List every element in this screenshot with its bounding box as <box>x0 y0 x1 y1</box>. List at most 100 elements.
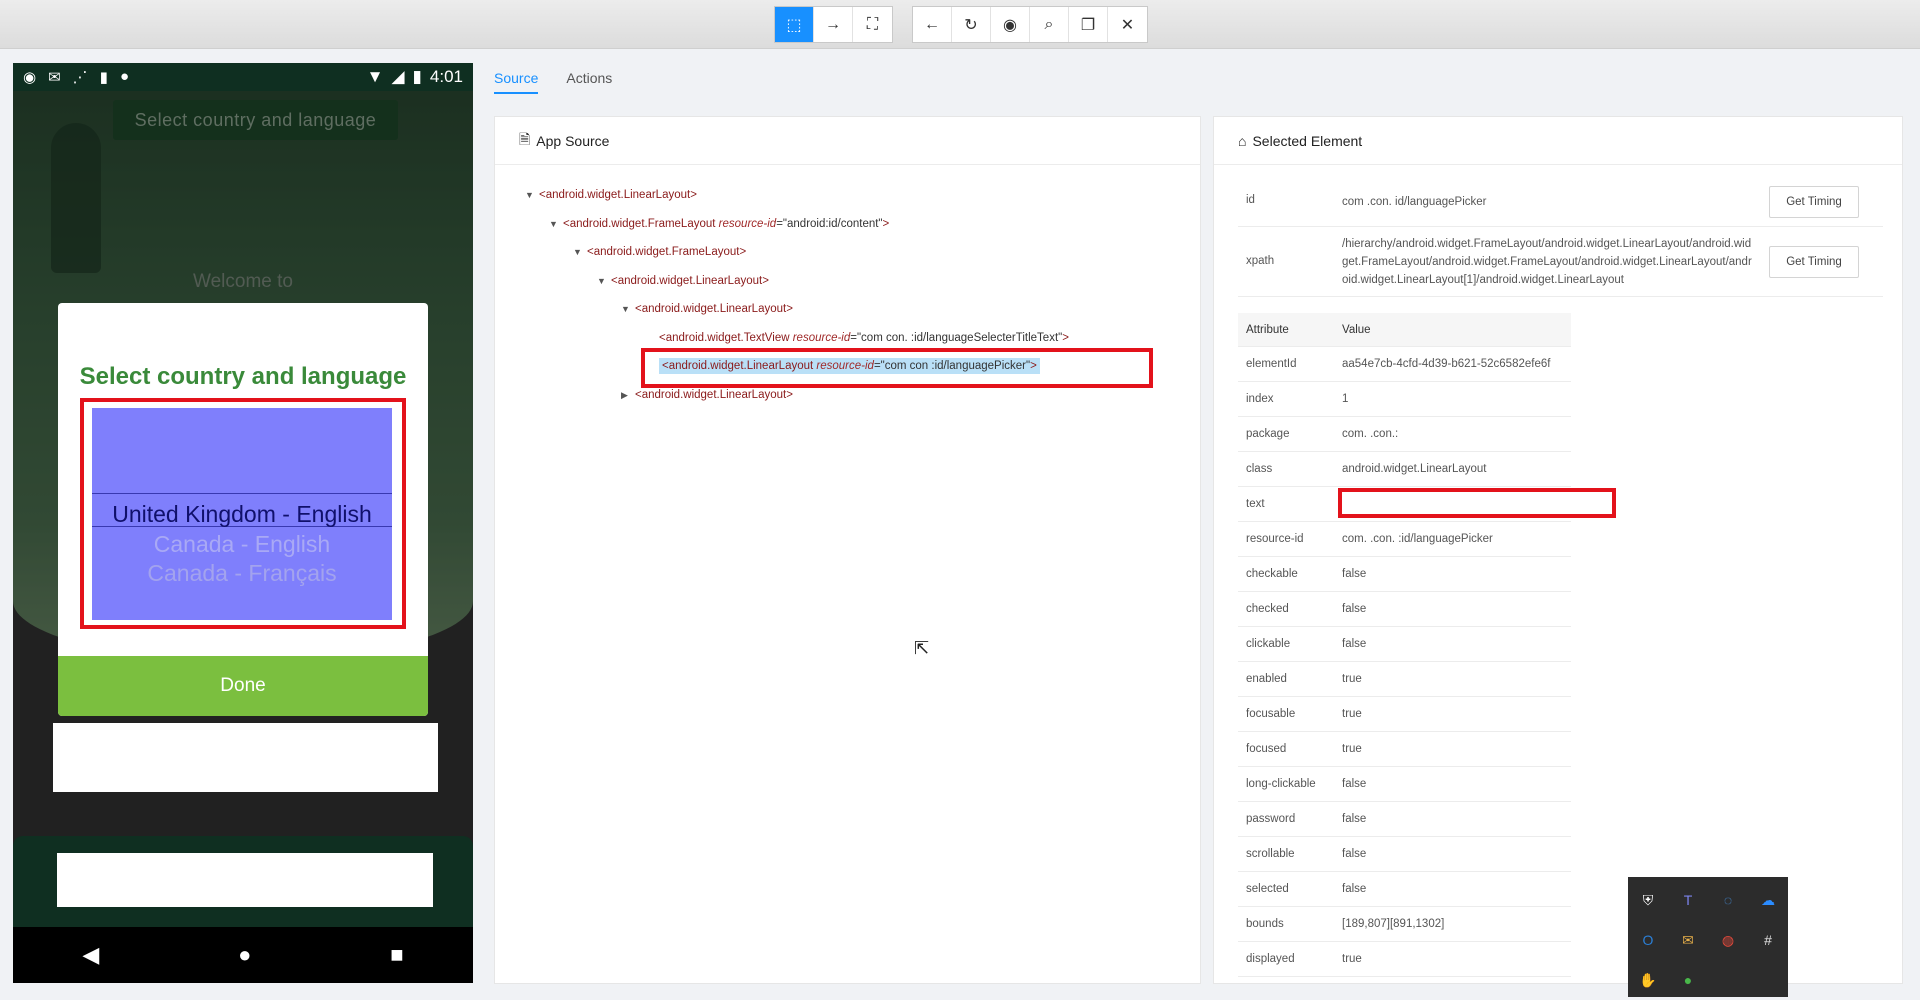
attribute-row: resource-id com. .con. :id/languagePicker <box>1238 522 1571 557</box>
picker-item-selected[interactable]: United Kingdom - English <box>92 501 392 528</box>
caret-down-icon[interactable]: ▼ <box>525 190 539 200</box>
done-button[interactable]: Done <box>58 656 428 716</box>
recents-nav-icon[interactable]: ■ <box>390 942 403 968</box>
attribute-value: com. .con.: <box>1342 428 1399 440</box>
attribute-value: false <box>1342 813 1367 825</box>
mail-icon[interactable]: ✉ <box>1668 920 1708 960</box>
tree-node-label: <android.widget.LinearLayout> <box>635 303 793 315</box>
attribute-name: enabled <box>1246 673 1287 685</box>
clock: 4:01 <box>429 67 463 86</box>
selected-node-outline <box>641 348 1153 388</box>
get-timing-xpath-button[interactable]: Get Timing <box>1769 246 1859 278</box>
signal-icon: ◢ <box>391 67 405 86</box>
node-tag: <android.widget.LinearLayout> <box>635 303 793 315</box>
value-header: Value <box>1342 323 1371 336</box>
node-close: > <box>882 217 890 230</box>
back-icon[interactable]: ← <box>913 7 952 42</box>
outlook-icon[interactable]: O <box>1628 920 1668 960</box>
xpath-label: xpath <box>1246 255 1275 267</box>
attribute-value: aa54e7cb-4cfd-4d39-b621-52c6582efe6f <box>1342 358 1551 370</box>
tree-node-label: <android.widget.LinearLayout> <box>539 189 697 201</box>
get-timing-id-button[interactable]: Get Timing <box>1769 186 1859 218</box>
copy-icon[interactable]: ❐ <box>1069 7 1108 42</box>
system-tray-overflow: ⛨ T ◌ ☁ O ✉ ◍ # ✋ ● <box>1628 877 1788 997</box>
node-close: > <box>1062 331 1069 344</box>
vpn-icon[interactable]: ● <box>1668 960 1708 1000</box>
attribute-table-header: Attribute Value <box>1238 313 1571 347</box>
tree-node[interactable]: ▼ <android.widget.LinearLayout> <box>621 303 793 315</box>
chrome-icon[interactable]: ◍ <box>1708 920 1748 960</box>
toolbar-mode-group: ⬚ → ⛶ <box>774 6 893 43</box>
caret-down-icon[interactable]: ▼ <box>573 247 587 257</box>
selected-element-title: Selected Element <box>1252 132 1363 149</box>
attribute-name: index <box>1246 393 1274 405</box>
tree-node-label: <android.widget.TextView resource-id="co… <box>659 332 1069 344</box>
text-attr-highlight-outline <box>1338 488 1616 518</box>
attribute-row: clickable false <box>1238 627 1571 662</box>
tree-node-label: <android.widget.FrameLayout resource-id=… <box>563 218 889 230</box>
attribute-row: selected false <box>1238 872 1571 907</box>
shield-icon[interactable]: ⛨ <box>1628 880 1668 920</box>
id-row: id com .con. id/languagePicker Get Timin… <box>1238 177 1883 227</box>
id-value: com .con. id/languagePicker <box>1342 196 1487 208</box>
swipe-icon[interactable]: → <box>814 7 853 42</box>
status-bar: ◉ ✉ ⋰ ▮ ● ▼ ◢ ▮ 4:01 <box>13 63 473 91</box>
tree-node[interactable]: ▼ <android.widget.LinearLayout> <box>597 275 769 287</box>
attribute-name: scrollable <box>1246 848 1295 860</box>
attribute-name: package <box>1246 428 1290 440</box>
tree-node[interactable]: ▼ <android.widget.FrameLayout resource-id… <box>549 218 889 230</box>
node-attr-value: ="com con. :id/languageSelecterTitleText… <box>850 331 1063 344</box>
sync-icon[interactable]: ◌ <box>1708 880 1748 920</box>
picker-item[interactable]: Canada - English <box>92 531 392 558</box>
attribute-value: true <box>1342 743 1362 755</box>
caret-down-icon[interactable]: ▼ <box>549 219 563 229</box>
select-elements-icon[interactable]: ⬚ <box>775 7 814 42</box>
tree-node[interactable]: ▼ <android.widget.FrameLayout> <box>573 246 746 258</box>
caret-right-icon[interactable]: ▶ <box>621 390 635 401</box>
mouse-cursor-icon: ⇱ <box>914 638 930 658</box>
slack-icon[interactable]: # <box>1748 920 1788 960</box>
back-nav-icon[interactable]: ◀ <box>82 942 99 968</box>
search-icon[interactable]: ⌕ <box>1030 7 1069 42</box>
attribute-row: scrollable false <box>1238 837 1571 872</box>
close-icon[interactable]: ✕ <box>1108 7 1147 42</box>
nav-bar: ◀ ● ■ <box>13 927 473 983</box>
attribute-header: Attribute <box>1246 323 1289 336</box>
tap-coordinates-icon[interactable]: ⛶ <box>853 7 892 42</box>
eye-icon[interactable]: ◉ <box>991 7 1030 42</box>
refresh-icon[interactable]: ↻ <box>952 7 991 42</box>
attribute-row: elementId aa54e7cb-4cfd-4d39-b621-52c6582… <box>1238 347 1571 382</box>
inspector-tabs: Source Actions <box>494 70 612 94</box>
tab-actions[interactable]: Actions <box>566 70 612 94</box>
tree-node[interactable]: ▶ <android.widget.LinearLayout> <box>621 389 793 401</box>
home-nav-icon[interactable]: ● <box>238 942 251 968</box>
caret-down-icon[interactable]: ▼ <box>621 304 635 314</box>
device-screen[interactable]: Select country and language Welcome to ◉… <box>13 63 473 983</box>
attribute-row: class android.widget.LinearLayout <box>1238 452 1571 487</box>
xpath-value: /hierarchy/android.widget.FrameLayout/an… <box>1342 238 1752 286</box>
toolbar: ⬚ → ⛶ ← ↻ ◉ ⌕ ❐ ✕ <box>0 0 1920 49</box>
attribute-row: focused true <box>1238 732 1571 767</box>
attribute-row: focusable true <box>1238 697 1571 732</box>
wifi-icon: ▼ <box>366 67 384 86</box>
media-icon: ◉ <box>23 69 37 86</box>
attribute-name: text <box>1246 498 1265 510</box>
picker-item[interactable]: Canada - Français <box>92 560 392 587</box>
tab-source[interactable]: Source <box>494 70 539 94</box>
node-tag: <android.widget.LinearLayout> <box>635 388 793 401</box>
teams-icon[interactable]: T <box>1668 880 1708 920</box>
redacted-box <box>53 723 438 792</box>
onedrive-icon[interactable]: ☁ <box>1748 880 1788 920</box>
attribute-value: false <box>1342 778 1367 790</box>
selected-element-header: ⌂ Selected Element <box>1214 117 1902 165</box>
node-attr-value: ="android:id/content" <box>776 217 883 230</box>
tree-node[interactable]: ▼ <android.widget.LinearLayout> <box>525 189 697 201</box>
attribute-row: index 1 <box>1238 382 1571 417</box>
attribute-value: false <box>1342 848 1367 860</box>
file-icon: 🗎 <box>519 130 531 147</box>
hand-icon[interactable]: ✋ <box>1628 960 1668 1000</box>
language-picker[interactable]: United Kingdom - English Canada - Englis… <box>92 408 392 620</box>
attribute-name: resource-id <box>1246 533 1304 545</box>
caret-down-icon[interactable]: ▼ <box>597 276 611 286</box>
tree-node[interactable]: <android.widget.TextView resource-id="co… <box>659 332 1069 344</box>
